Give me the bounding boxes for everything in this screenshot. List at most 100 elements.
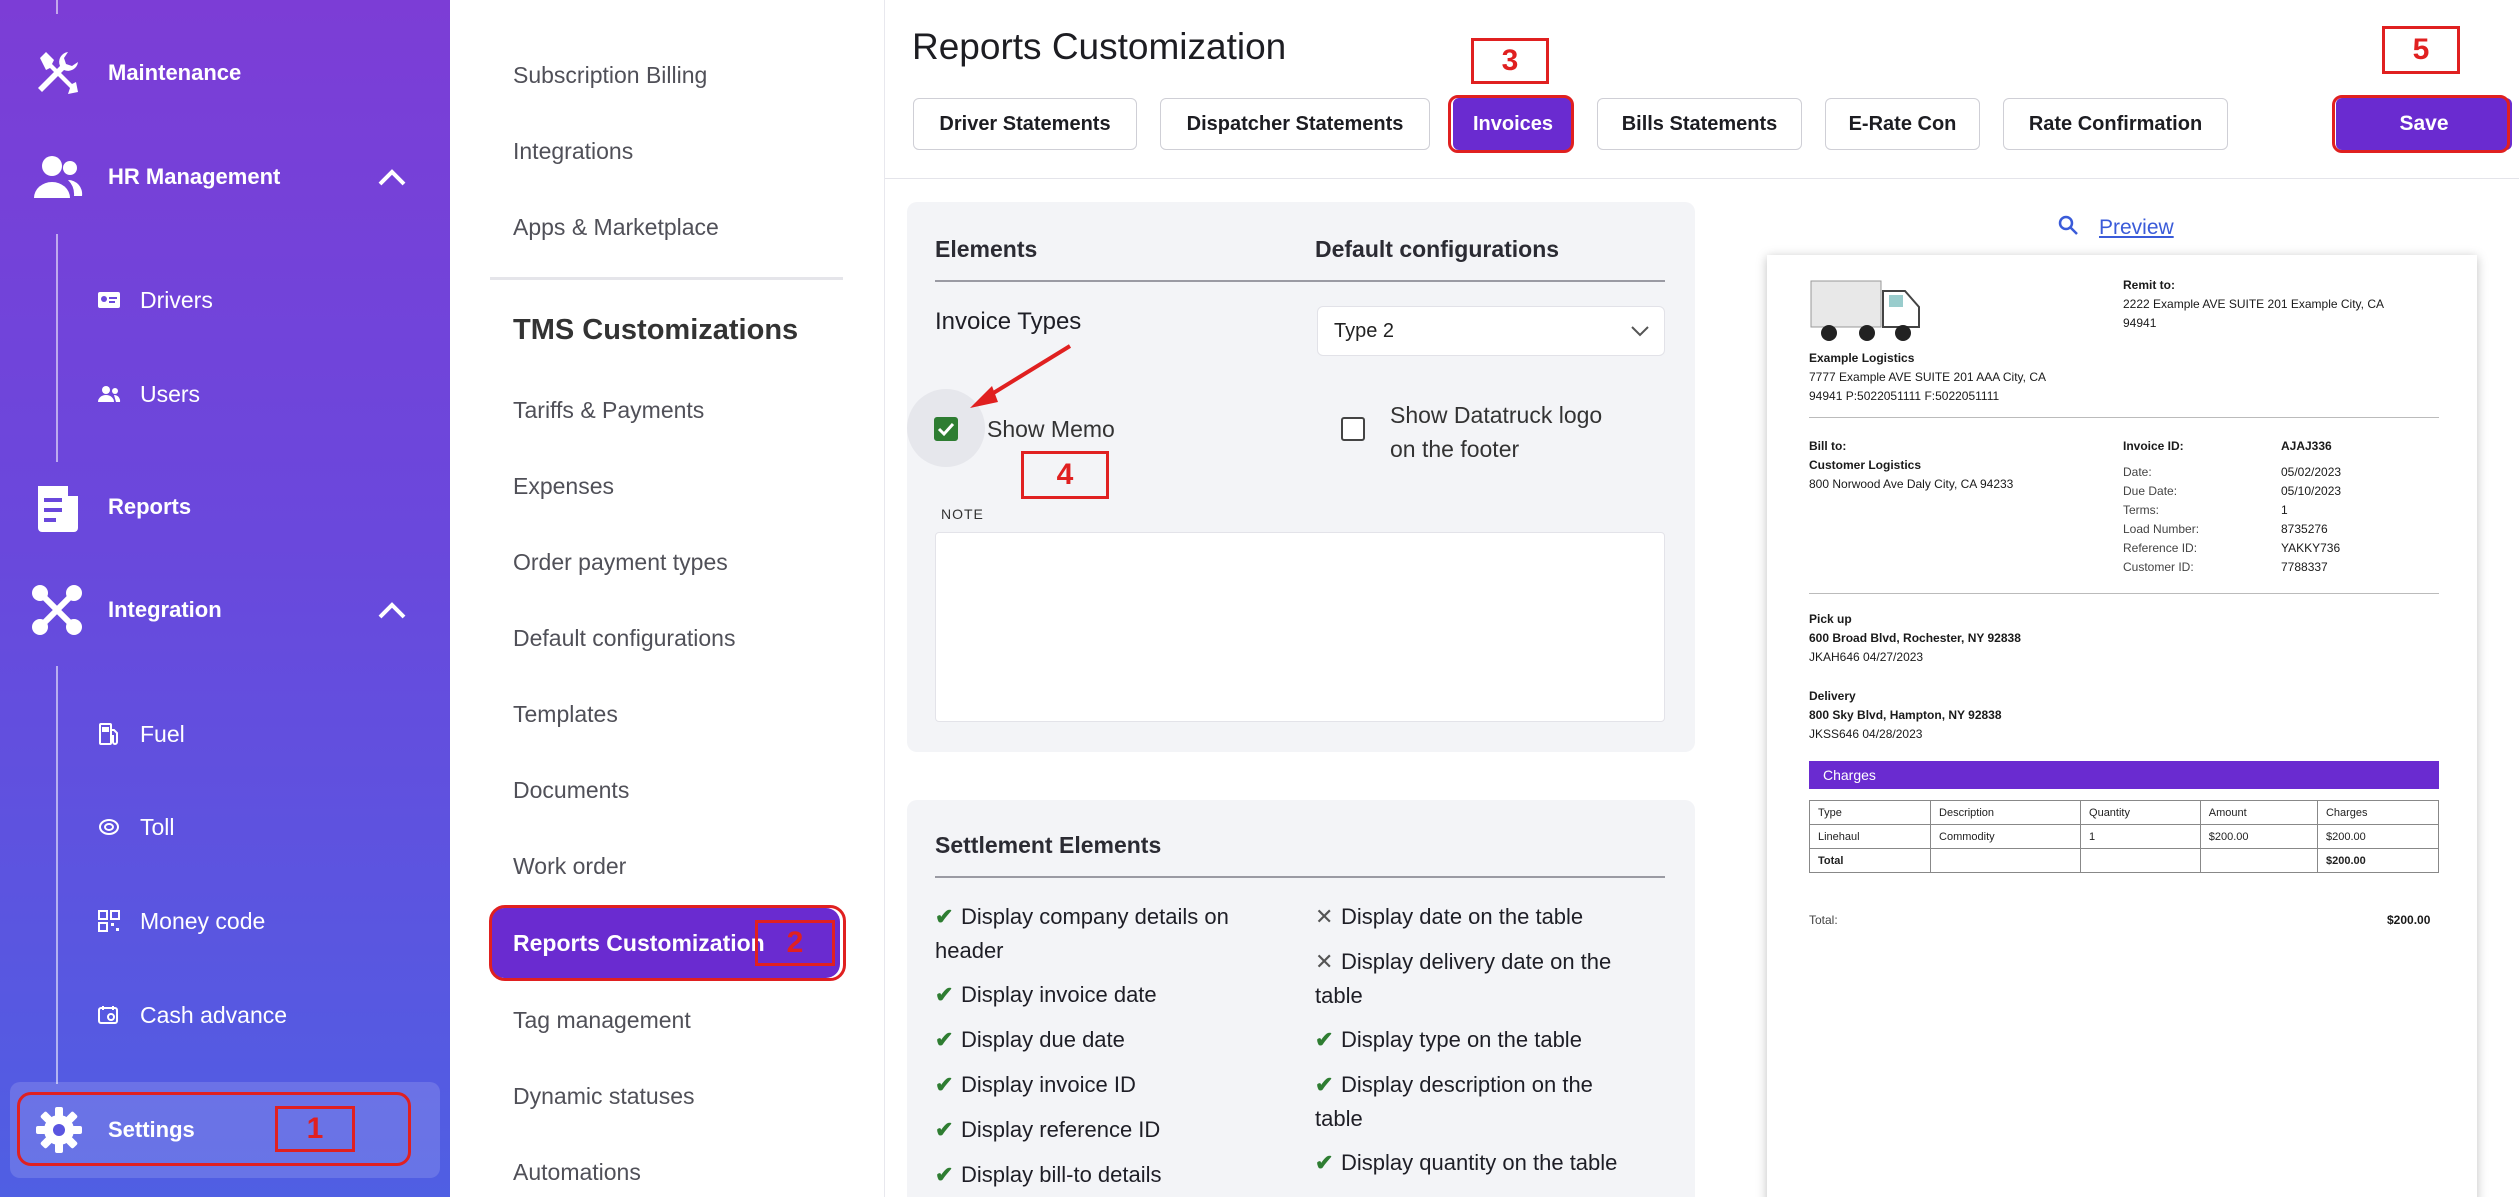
settlement-title: Settlement Elements — [935, 832, 1162, 858]
table-cell — [2080, 848, 2201, 873]
bill-to-name: Customer Logistics — [1809, 458, 1922, 472]
tab-bills-statements[interactable]: Bills Statements — [1597, 98, 1802, 150]
tab-rate-confirmation[interactable]: Rate Confirmation — [2003, 98, 2228, 150]
sidebar-item-money-code[interactable]: Money code — [0, 891, 450, 951]
settlement-item: ✔ Display company details on header — [935, 900, 1229, 968]
detail-key: Due Date: — [2123, 484, 2178, 498]
delivery-label: Delivery — [1809, 689, 1856, 703]
tab-dispatcher-statements[interactable]: Dispatcher Statements — [1160, 98, 1430, 150]
menu-item-work-order[interactable]: Work order — [513, 853, 626, 880]
check-icon: ✔ — [935, 1027, 954, 1052]
detail-key: Customer ID: — [2123, 560, 2194, 574]
pickup-label: Pick up — [1809, 612, 1852, 626]
chevron-up-icon[interactable] — [372, 157, 412, 197]
settlement-panel: Settlement Elements ✔ Display company det… — [907, 800, 1695, 1197]
note-label: NOTE — [941, 506, 984, 522]
detail-key: Date: — [2123, 465, 2152, 479]
menu-item-dynamic-statuses[interactable]: Dynamic statuses — [513, 1083, 695, 1110]
users-group-icon — [30, 150, 84, 204]
show-logo-checkbox[interactable] — [1341, 417, 1365, 441]
total-label: Total: — [1809, 913, 1838, 927]
sidebar-item-cash-advance[interactable]: Cash advance — [0, 985, 450, 1045]
annotation-number: 1 — [275, 1106, 355, 1152]
charges-label: Charges — [1823, 767, 1876, 783]
check-icon: ✔ — [935, 1162, 954, 1187]
doc-divider — [1809, 593, 2439, 594]
sidebar: Maintenance HR Management Drivers Users … — [0, 0, 450, 1197]
chevron-up-icon[interactable] — [372, 590, 412, 630]
table-total-row: Total $200.00 — [1808, 848, 2440, 873]
bill-to-address: 800 Norwood Ave Daly City, CA 94233 — [1809, 477, 2014, 491]
remit-address: 2222 Example AVE SUITE 201 Example City,… — [2123, 297, 2385, 311]
invoice-type-select[interactable]: Type 2 — [1317, 306, 1665, 356]
chevron-down-icon — [1630, 321, 1650, 344]
check-icon: ✔ — [935, 904, 954, 929]
tab-e-rate-con[interactable]: E-Rate Con — [1825, 98, 1980, 150]
sidebar-item-integration[interactable]: Integration — [0, 575, 450, 645]
menu-item-tariffs-payments[interactable]: Tariffs & Payments — [513, 397, 704, 424]
check-icon: ✔ — [1315, 1150, 1334, 1175]
menu-item-automations[interactable]: Automations — [513, 1159, 641, 1186]
settlement-item-label: Display bill-to details — [961, 1162, 1162, 1187]
menu-item-subscription-billing[interactable]: Subscription Billing — [513, 62, 707, 89]
sidebar-item-fuel[interactable]: Fuel — [0, 704, 450, 764]
detail-value: YAKKY736 — [2281, 541, 2341, 555]
sidebar-item-reports[interactable]: Reports — [0, 472, 450, 542]
panel-divider — [935, 876, 1665, 878]
settlement-item: ✔ Display description on the table — [1315, 1068, 1593, 1136]
invoice-types-label: Invoice Types — [935, 308, 1082, 335]
sidebar-item-users[interactable]: Users — [0, 364, 450, 424]
detail-key: Terms: — [2123, 503, 2159, 517]
sidebar-item-maintenance[interactable]: Maintenance — [0, 38, 450, 108]
tree-line — [56, 234, 58, 462]
menu-item-apps-marketplace[interactable]: Apps & Marketplace — [513, 214, 719, 241]
sidebar-item-label: Maintenance — [108, 60, 242, 85]
show-memo-checkbox[interactable] — [934, 417, 958, 441]
invoice-id-label: Invoice ID: — [2123, 439, 2184, 453]
detail-key: Reference ID: — [2123, 541, 2198, 555]
table-cell: $200.00 — [2316, 848, 2440, 873]
preview-link[interactable]: Preview — [2057, 214, 2174, 241]
detail-value: 05/10/2023 — [2281, 484, 2342, 498]
settlement-item-label: Display date on the table — [1341, 904, 1584, 929]
menu-item-tag-management[interactable]: Tag management — [513, 1007, 691, 1034]
toll-icon — [94, 812, 124, 842]
menu-item-expenses[interactable]: Expenses — [513, 473, 614, 500]
sidebar-item-hr-management[interactable]: HR Management — [0, 142, 450, 212]
menu-item-integrations[interactable]: Integrations — [513, 138, 633, 165]
header-divider — [885, 178, 2519, 179]
settlement-item: ✔ Display bill-to details — [935, 1158, 1162, 1192]
settlement-item-label: Display type on the table — [1341, 1027, 1582, 1052]
settlement-item: ✔ Display invoice date — [935, 978, 1157, 1012]
settlement-item-label: Display quantity on the table — [1341, 1150, 1618, 1175]
search-icon — [2057, 214, 2079, 241]
detail-value: 1 — [2281, 503, 2288, 517]
check-icon: ✔ — [935, 1072, 954, 1097]
sidebar-item-drivers[interactable]: Drivers — [0, 270, 450, 330]
detail-value: 8735276 — [2281, 522, 2328, 536]
table-cell: $200.00 — [2316, 824, 2440, 849]
tab-driver-statements[interactable]: Driver Statements — [913, 98, 1137, 150]
company-address: 7777 Example AVE SUITE 201 AAA City, CA — [1809, 370, 2047, 384]
show-logo-label-line: Show Datatruck logo — [1390, 402, 1603, 428]
sidebar-item-label: Reports — [108, 494, 192, 519]
check-icon: ✔ — [935, 982, 954, 1007]
check-icon: ✔ — [1315, 1072, 1334, 1097]
menu-heading: TMS Customizations — [513, 314, 799, 346]
annotation-number: 5 — [2382, 26, 2460, 74]
sidebar-item-toll[interactable]: Toll — [0, 797, 450, 857]
menu-item-order-payment-types[interactable]: Order payment types — [513, 549, 728, 576]
show-logo-label: Show Datatruck logo on the footer — [1390, 398, 1602, 466]
annotation-highlight-save-button — [2332, 95, 2510, 153]
table-cell: 1 — [2080, 824, 2201, 849]
menu-item-default-configurations[interactable]: Default configurations — [513, 625, 735, 652]
company-address: 94941 P:5022051111 F:5022051111 — [1809, 389, 2000, 403]
note-textarea[interactable] — [935, 532, 1665, 722]
table-cell: Description — [1930, 800, 2082, 825]
menu-item-documents[interactable]: Documents — [513, 777, 629, 804]
detail-value: 05/02/2023 — [2281, 465, 2342, 479]
col-defaults-header: Default configurations — [1315, 236, 1560, 262]
col-elements-header: Elements — [935, 236, 1038, 262]
settlement-item: ✕ Display date on the table — [1315, 900, 1583, 934]
menu-item-templates[interactable]: Templates — [513, 701, 618, 728]
